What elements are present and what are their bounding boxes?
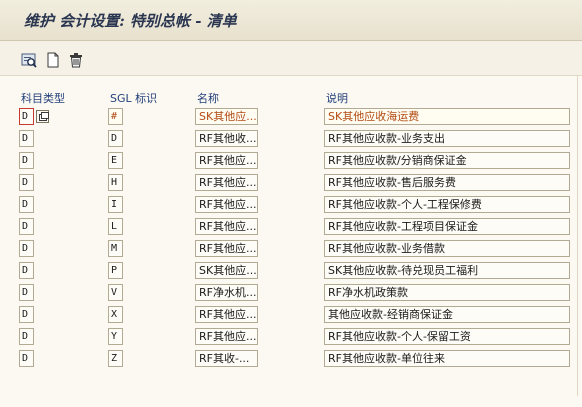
find-icon[interactable]: [21, 52, 37, 68]
description-field[interactable]: RF其他应收款-业务支出: [324, 130, 570, 147]
account-type-field[interactable]: D: [19, 350, 34, 367]
account-type-field[interactable]: D: [19, 108, 34, 125]
name-field[interactable]: SK其他应...: [195, 108, 258, 125]
name-field[interactable]: RF其他应...: [195, 196, 258, 213]
header-account-type: 科目类型: [21, 92, 65, 105]
sgl-indicator-field[interactable]: L: [108, 218, 123, 235]
description-field[interactable]: RF其他应收款-工程项目保证金: [324, 218, 570, 235]
account-type-field[interactable]: D: [19, 262, 34, 279]
account-type-field[interactable]: D: [19, 196, 34, 213]
name-field[interactable]: RF其他应...: [195, 218, 258, 235]
sgl-indicator-field[interactable]: D: [108, 130, 123, 147]
header-name: 名称: [197, 92, 219, 105]
account-type-field[interactable]: D: [19, 284, 34, 301]
account-type-field[interactable]: D: [19, 306, 34, 323]
window-title: 维护 会计设置: 特别总帐 - 清单: [24, 12, 237, 30]
value-help-icon[interactable]: [36, 110, 49, 123]
sgl-indicator-field[interactable]: #: [108, 108, 123, 125]
name-field[interactable]: RF其他应...: [195, 152, 258, 169]
name-field[interactable]: RF其他应...: [195, 240, 258, 257]
new-document-icon[interactable]: [45, 52, 61, 68]
description-field[interactable]: RF其他应收款-单位往来: [324, 350, 570, 367]
sgl-indicator-field[interactable]: V: [108, 284, 123, 301]
name-field[interactable]: RF其他收...: [195, 130, 258, 147]
sgl-indicator-field[interactable]: E: [108, 152, 123, 169]
application-toolbar: [0, 41, 582, 76]
account-type-field[interactable]: D: [19, 152, 34, 169]
sgl-indicator-field[interactable]: H: [108, 174, 123, 191]
sgl-indicator-field[interactable]: M: [108, 240, 123, 257]
delete-icon[interactable]: [68, 52, 84, 68]
name-field[interactable]: RF其他应...: [195, 328, 258, 345]
description-field[interactable]: RF其他应收款-售后服务费: [324, 174, 570, 191]
sgl-indicator-field[interactable]: Y: [108, 328, 123, 345]
account-type-field[interactable]: D: [19, 174, 34, 191]
name-field[interactable]: RF其收-...: [195, 350, 258, 367]
description-field[interactable]: SK其他应收海运费: [324, 108, 570, 125]
name-field[interactable]: RF其他应...: [195, 174, 258, 191]
sgl-indicator-field[interactable]: P: [108, 262, 123, 279]
right-border: [577, 76, 578, 396]
description-field[interactable]: RF其他应收款-业务借款: [324, 240, 570, 257]
header-description: 说明: [326, 92, 348, 105]
header-sgl-indicator: SGL 标识: [110, 92, 158, 105]
name-field[interactable]: RF净水机...: [195, 284, 258, 301]
sgl-indicator-field[interactable]: Z: [108, 350, 123, 367]
account-type-field[interactable]: D: [19, 240, 34, 257]
account-type-field[interactable]: D: [19, 218, 34, 235]
name-field[interactable]: RF其他应...: [195, 306, 258, 323]
description-field[interactable]: 其他应收款-经销商保证金: [324, 306, 570, 323]
description-field[interactable]: RF其他应收款-个人-工程保修费: [324, 196, 570, 213]
sgl-indicator-field[interactable]: X: [108, 306, 123, 323]
description-field[interactable]: RF其他应收款-个人-保留工资: [324, 328, 570, 345]
name-field[interactable]: SK其他应...: [195, 262, 258, 279]
description-field[interactable]: RF其他应收款/分销商保证金: [324, 152, 570, 169]
title-bar: 维护 会计设置: 特别总帐 - 清单: [0, 0, 582, 41]
description-field[interactable]: SK其他应收款-待兑现员工福利: [324, 262, 570, 279]
account-type-field[interactable]: D: [19, 130, 34, 147]
account-type-field[interactable]: D: [19, 328, 34, 345]
description-field[interactable]: RF净水机政策款: [324, 284, 570, 301]
sgl-indicator-field[interactable]: I: [108, 196, 123, 213]
